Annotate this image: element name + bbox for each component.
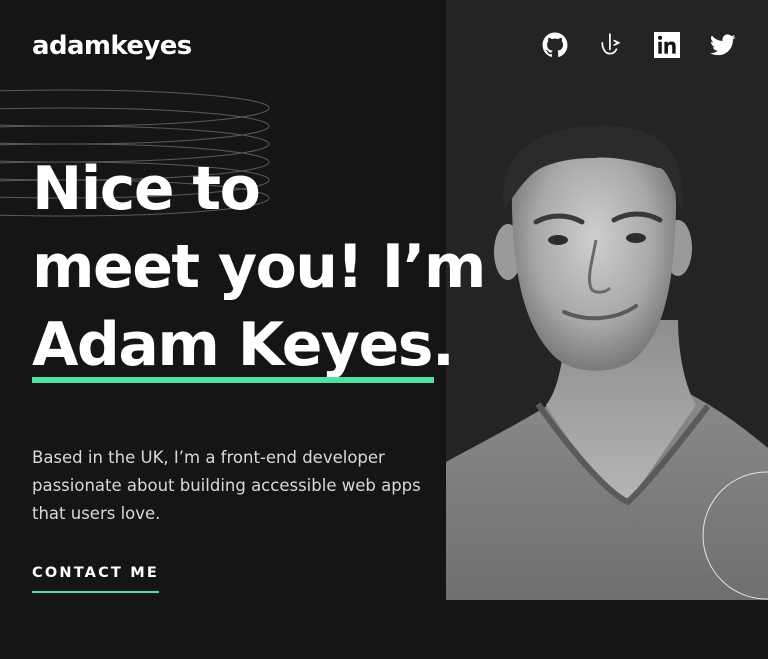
github-icon[interactable]	[542, 32, 568, 58]
hero-bio: Based in the UK, I’m a front-end develop…	[32, 448, 421, 523]
portfolio-hero-page: adamkeyes Nice to meet you! I’m Adam Key…	[0, 0, 768, 659]
hero-headline: Nice to meet you! I’m Adam Keyes.	[32, 150, 492, 384]
frontend-mentor-icon[interactable]	[598, 32, 622, 56]
site-logo[interactable]: adamkeyes	[32, 28, 192, 64]
headline-name: Adam Keyes	[32, 310, 433, 380]
headline-line-1: Nice to	[32, 154, 261, 224]
headline-period: .	[431, 310, 455, 380]
twitter-icon[interactable]	[710, 32, 736, 56]
decorative-circle	[702, 471, 768, 600]
headline-line-3: Adam Keyes.	[32, 306, 492, 384]
name-underline	[32, 377, 434, 383]
headline-line-2: meet you! I’m	[32, 232, 486, 302]
social-links	[542, 32, 736, 58]
linkedin-icon[interactable]	[654, 32, 680, 58]
contact-me-button[interactable]: CONTACT ME	[32, 565, 160, 593]
